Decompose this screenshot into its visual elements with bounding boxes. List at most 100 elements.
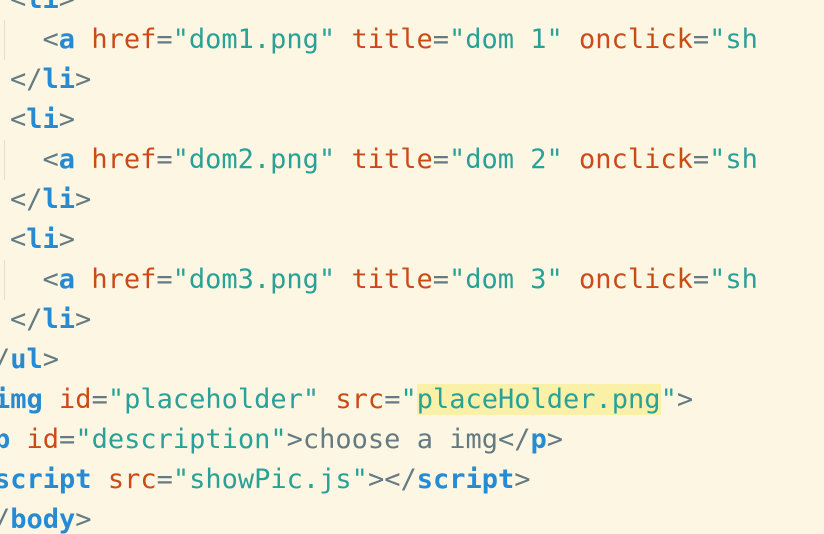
code-string: "sh <box>709 264 758 295</box>
code-tag-name: p <box>530 424 547 455</box>
code-tag-name: a <box>58 144 76 175</box>
code-punctuation: = <box>156 24 173 55</box>
code-string: "description" <box>75 424 287 455</box>
code-string: " <box>660 384 677 415</box>
code-attribute-name: onclick <box>579 144 693 175</box>
code-attribute-name: href <box>91 264 157 295</box>
code-tag-name: li <box>42 64 76 95</box>
code-attribute-name: onclick <box>579 264 693 295</box>
code-punctuation: > <box>42 344 60 375</box>
code-punctuation: </ <box>10 64 43 95</box>
code-punctuation: = <box>692 24 710 55</box>
line-body-close[interactable]: /body> <box>0 500 92 534</box>
code-attribute-name: title <box>351 264 433 295</box>
code-attribute-name: src <box>107 464 157 495</box>
code-punctuation <box>335 264 351 295</box>
indent-guide <box>4 260 5 300</box>
code-punctuation: = <box>384 384 401 415</box>
line-li-close-3[interactable]: </li> <box>10 300 91 340</box>
line-a-dom1[interactable]: <a href="dom1.png" title="dom 1" onclick… <box>10 20 758 60</box>
code-punctuation <box>563 264 579 295</box>
code-punctuation: ></ <box>367 464 417 495</box>
code-punctuation: = <box>432 264 449 295</box>
code-string: "dom3.png" <box>172 264 336 295</box>
code-punctuation: = <box>692 264 710 295</box>
code-punctuation: > <box>75 304 92 335</box>
line-li-close-2[interactable]: </li> <box>10 180 91 220</box>
code-punctuation: < <box>10 144 59 175</box>
code-punctuation: > <box>75 64 92 95</box>
code-punctuation: / <box>0 504 10 534</box>
code-punctuation: < <box>10 24 59 55</box>
code-punctuation <box>335 144 351 175</box>
code-punctuation: / <box>0 344 10 375</box>
code-punctuation: = <box>59 424 76 455</box>
code-punctuation <box>10 424 26 455</box>
code-string: "dom 2" <box>448 144 563 175</box>
code-text: choose a img <box>302 424 498 455</box>
code-punctuation <box>43 384 59 415</box>
line-ul-close[interactable]: /ul> <box>0 340 59 380</box>
code-attribute-name: id <box>59 384 92 415</box>
code-punctuation: > <box>58 104 76 135</box>
code-punctuation: = <box>156 464 173 495</box>
code-punctuation: > <box>676 384 694 415</box>
code-punctuation <box>563 24 579 55</box>
code-punctuation: > <box>58 224 76 255</box>
indent-guide <box>4 140 5 180</box>
code-punctuation <box>75 24 91 55</box>
code-string: "dom2.png" <box>172 144 336 175</box>
code-editor[interactable]: <li> <a href="dom1.png" title="dom 1" on… <box>0 0 824 534</box>
code-punctuation: < <box>10 0 26 15</box>
code-tag-name: li <box>42 304 76 335</box>
code-attribute-name: id <box>26 424 60 455</box>
code-punctuation <box>75 264 91 295</box>
code-punctuation: > <box>286 424 303 455</box>
code-attribute-name: title <box>351 144 433 175</box>
code-punctuation <box>92 464 108 495</box>
line-a-dom2[interactable]: <a href="dom2.png" title="dom 2" onclick… <box>10 140 758 180</box>
code-string: "dom 1" <box>448 24 563 55</box>
code-tag-name: a <box>58 24 76 55</box>
line-script[interactable]: script src="showPic.js"></script> <box>0 460 531 500</box>
line-img[interactable]: img id="placeholder" src="placeHolder.pn… <box>0 380 693 420</box>
code-tag-name: img <box>0 384 43 415</box>
code-attribute-name: href <box>91 24 157 55</box>
code-string: "sh <box>709 144 758 175</box>
code-punctuation: = <box>432 144 449 175</box>
code-punctuation: </ <box>10 184 43 215</box>
code-tag-name: li <box>26 104 59 135</box>
code-tag-name: li <box>26 224 59 255</box>
line-p[interactable]: p id="description">choose a img</p> <box>0 420 563 460</box>
code-attribute-name: onclick <box>579 24 693 55</box>
code-tag-name: li <box>42 184 76 215</box>
code-tag-name: p <box>0 424 11 455</box>
code-tag-name: script <box>0 464 92 495</box>
line-li-close-1[interactable]: </li> <box>10 60 91 100</box>
code-tag-name: li <box>26 0 59 15</box>
code-string: "dom1.png" <box>172 24 336 55</box>
highlighted-string: placeHolder.png <box>416 384 661 415</box>
line-a-dom3[interactable]: <a href="dom3.png" title="dom 3" onclick… <box>10 260 758 300</box>
line-li-open-0[interactable]: <li> <box>10 0 75 20</box>
code-attribute-name: href <box>91 144 157 175</box>
code-punctuation: < <box>10 264 59 295</box>
code-string: "sh <box>709 24 758 55</box>
code-punctuation: = <box>432 24 449 55</box>
line-li-open-3[interactable]: <li> <box>10 220 75 260</box>
code-punctuation: > <box>59 0 75 15</box>
code-tag-name: script <box>416 464 515 495</box>
code-punctuation: = <box>156 144 173 175</box>
code-punctuation: < <box>10 224 27 255</box>
code-punctuation: > <box>546 424 564 455</box>
code-punctuation: = <box>692 144 710 175</box>
line-li-open-2[interactable]: <li> <box>10 100 75 140</box>
indent-guide <box>4 20 5 60</box>
code-attribute-name: src <box>335 384 385 415</box>
code-punctuation: > <box>75 504 92 534</box>
code-tag-name: a <box>58 264 76 295</box>
code-punctuation: = <box>156 264 173 295</box>
code-string: " <box>400 384 417 415</box>
code-punctuation <box>335 24 351 55</box>
code-punctuation <box>563 144 579 175</box>
